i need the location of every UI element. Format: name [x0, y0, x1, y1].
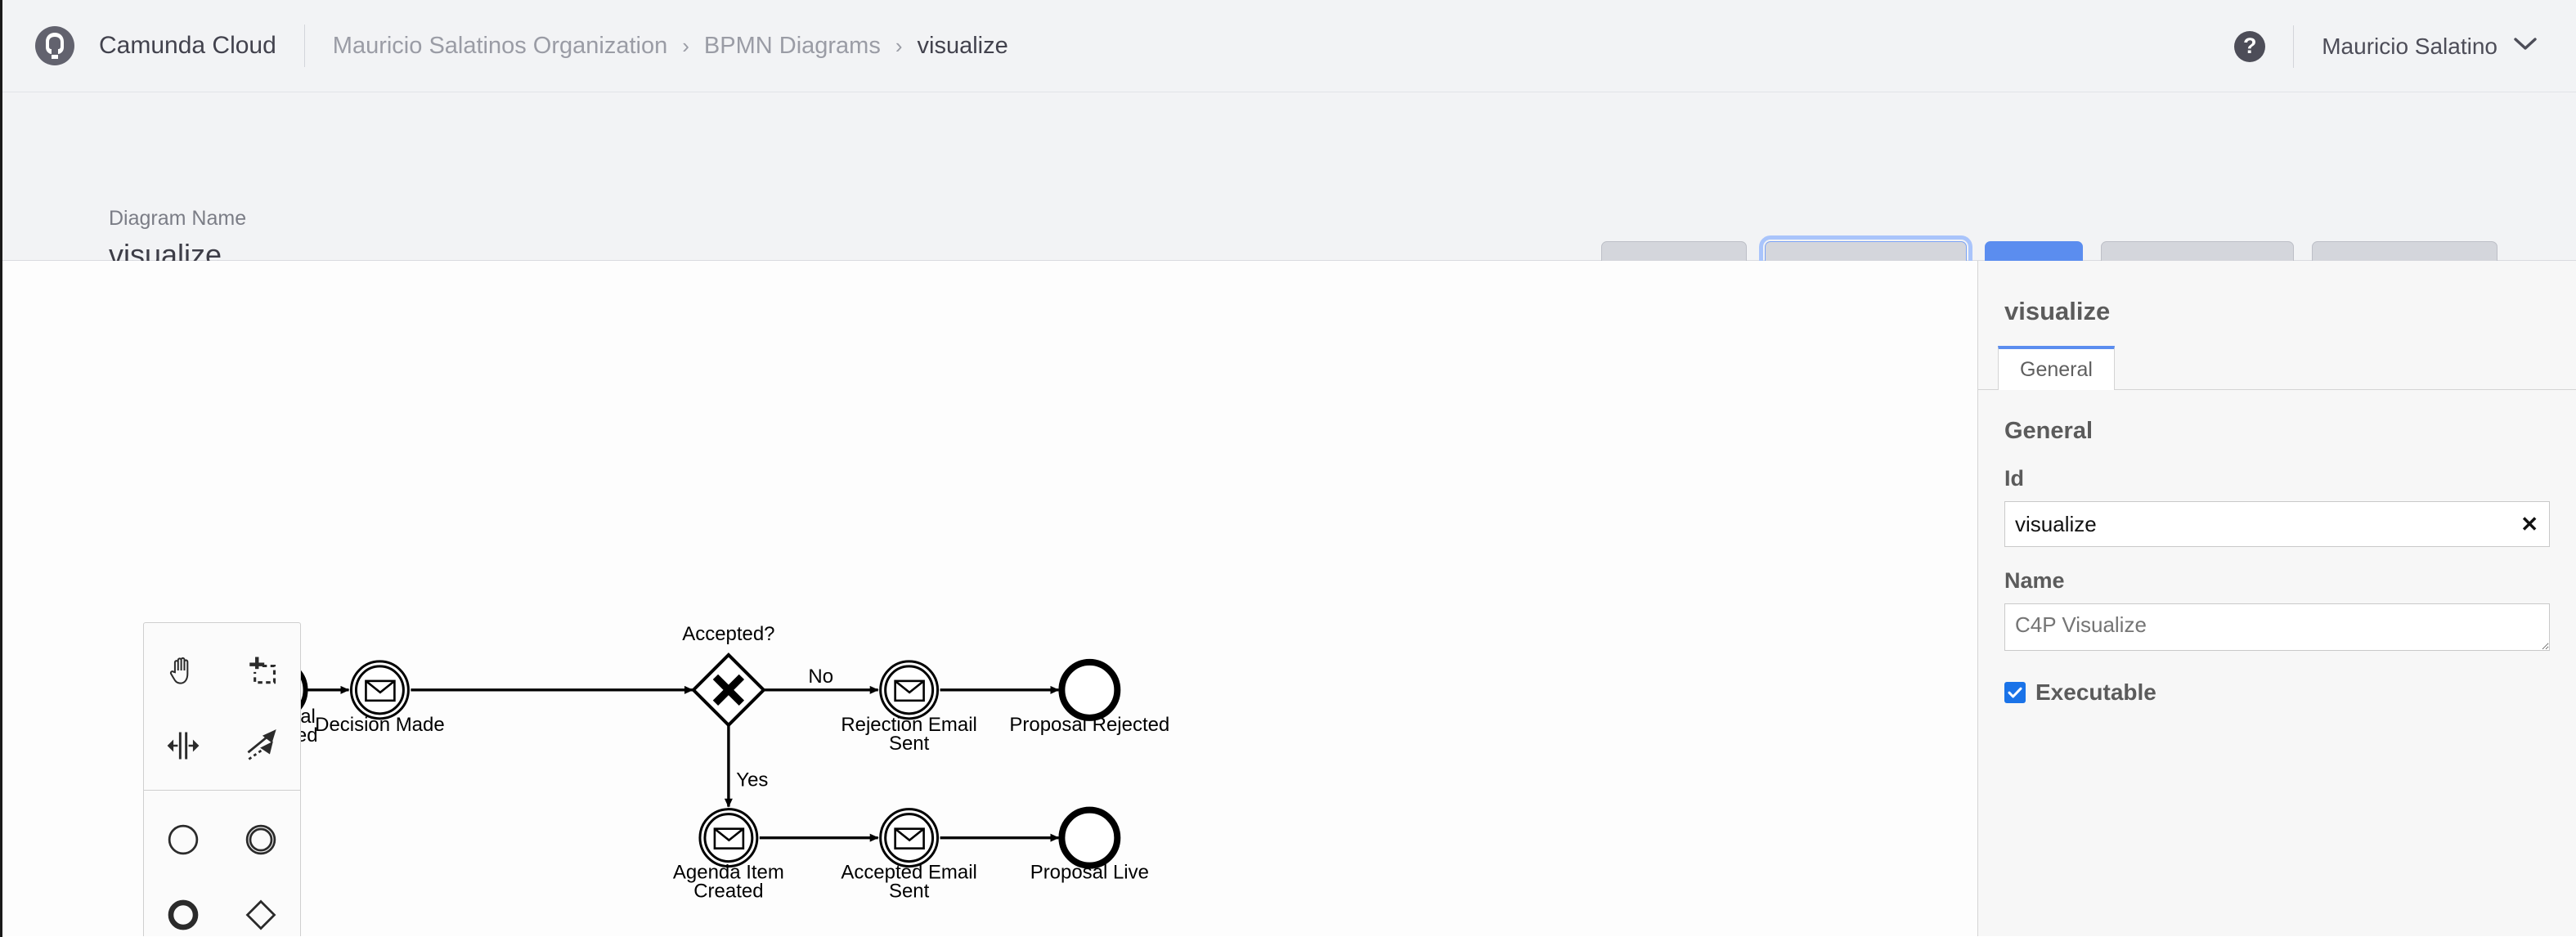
gateway-label: Accepted? [682, 623, 774, 645]
start-event-icon[interactable] [146, 802, 221, 877]
bpmn-canvas[interactable]: Proposal Received Decision Made Accepted… [2, 261, 1977, 936]
name-label: Name [2004, 568, 2065, 593]
id-input-wrap: ✕ [2004, 501, 2550, 547]
user-menu-label[interactable]: Mauricio Salatino [2322, 34, 2497, 60]
top-navigation-bar: Camunda Cloud Mauricio Salatinos Organiz… [2, 0, 2576, 92]
palette-group-tools [144, 633, 300, 783]
section-title-general: General [2004, 418, 2093, 444]
executable-row[interactable]: Executable [1978, 655, 2576, 706]
node-label: Sent [889, 881, 930, 903]
breadcrumb-item-organization[interactable]: Mauricio Salatinos Organization [333, 33, 667, 60]
executable-label: Executable [2035, 679, 2156, 705]
bpmn-node-proposal-rejected[interactable]: Proposal Rejected [1009, 658, 1169, 736]
breadcrumb-separator: › [895, 33, 903, 58]
end-event-icon[interactable] [146, 877, 221, 936]
help-question-icon[interactable]: ? [2234, 30, 2266, 62]
palette-group-elements [144, 790, 300, 936]
camunda-logo-icon[interactable] [35, 26, 74, 65]
breadcrumb-item-current: visualize [917, 32, 1008, 59]
global-connect-tool-icon[interactable] [223, 708, 298, 783]
diagram-name-label: Diagram Name [109, 207, 247, 230]
gateway-icon[interactable] [223, 877, 298, 936]
properties-panel: visualize General General Id ✕ Name Exec… [1977, 261, 2576, 936]
node-label: Decision Made [315, 714, 445, 736]
nav-divider [2293, 25, 2295, 68]
bpmn-node-accepted-gateway[interactable]: Accepted? [682, 623, 775, 728]
bpmn-node-agenda-item-created[interactable]: Agenda Item Created [673, 808, 784, 903]
intermediate-event-icon[interactable] [223, 802, 298, 877]
bpmn-node-proposal-live[interactable]: Proposal Live [1030, 806, 1149, 884]
breadcrumb-item-bpmn-diagrams[interactable]: BPMN Diagrams [704, 33, 881, 60]
name-input[interactable] [2004, 603, 2550, 651]
sequence-flows [302, 685, 1060, 842]
brand-label: Camunda Cloud [99, 32, 276, 59]
bpmn-node-rejection-email-sent[interactable]: Rejection Email Sent [841, 660, 977, 755]
space-tool-icon[interactable] [146, 708, 221, 783]
top-navigation-right: ? Mauricio Salatino [2234, 0, 2537, 92]
flow-label-no: No [808, 666, 833, 688]
breadcrumb-separator: › [682, 33, 689, 58]
node-label: Sent [889, 733, 930, 755]
tab-general[interactable]: General [1998, 346, 2115, 390]
id-label: Id [2004, 466, 2024, 491]
flow-label-yes: Yes [736, 769, 768, 791]
bpmn-palette[interactable] [143, 622, 301, 936]
field-id: Id ✕ [1978, 445, 2576, 547]
node-label: Proposal Live [1030, 862, 1149, 884]
chevron-down-icon[interactable] [2514, 37, 2537, 56]
lasso-tool-icon[interactable] [223, 633, 298, 708]
hand-tool-icon[interactable] [146, 633, 221, 708]
id-input[interactable] [2004, 501, 2550, 547]
properties-tabbar: General [1978, 346, 2576, 390]
bpmn-node-accepted-email-sent[interactable]: Accepted Email Sent [841, 808, 977, 903]
bpmn-node-decision-made[interactable]: Decision Made [315, 660, 445, 736]
node-label: Created [693, 881, 763, 903]
executable-checkbox[interactable] [2004, 682, 2026, 703]
diagram-toolbar: Diagram Name Feedback Import Diagram Sav… [2, 92, 2576, 303]
field-name: Name [1978, 547, 2576, 655]
breadcrumb: Mauricio Salatinos Organization › BPMN D… [333, 33, 1008, 60]
nav-divider [303, 25, 305, 67]
clear-icon[interactable]: ✕ [2520, 513, 2538, 535]
properties-panel-title: visualize [2004, 297, 2111, 325]
node-label: Proposal Rejected [1009, 714, 1169, 736]
main-area: Proposal Received Decision Made Accepted… [2, 261, 2576, 936]
